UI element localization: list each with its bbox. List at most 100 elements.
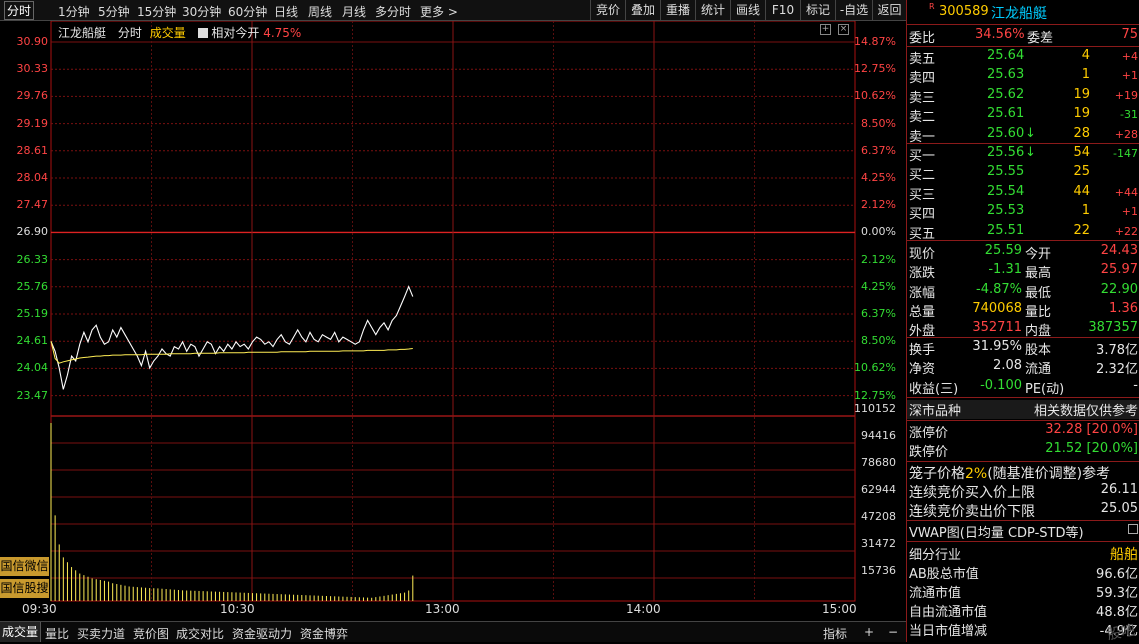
sell-order-row[interactable]: 卖五 25.64 4 +4 xyxy=(907,48,1139,67)
tab-1min[interactable]: 1分钟 xyxy=(58,3,90,20)
draw-button[interactable]: 画线 xyxy=(730,0,765,21)
stat-label: 现价 xyxy=(909,247,936,262)
tab-buy-sell-power[interactable]: 买卖力道 xyxy=(77,625,125,642)
order-level: 买四 xyxy=(909,207,936,223)
stat-value: - xyxy=(1133,377,1138,393)
stat-row: 涨幅 -4.87% 最低 22.90 xyxy=(907,282,1139,301)
stat-value: -1.31 xyxy=(988,262,1022,278)
add-indicator-button[interactable]: + xyxy=(864,625,874,639)
order-change: +22 xyxy=(1114,224,1138,238)
order-change: +1 xyxy=(1121,69,1138,83)
remove-indicator-button[interactable]: − xyxy=(888,625,898,639)
price-tick-label: 29.19 xyxy=(16,116,49,130)
order-level: 卖五 xyxy=(909,52,936,67)
vwap-row[interactable]: VWAP图(日均量 CDP-STD等) xyxy=(907,522,1139,541)
back-button[interactable]: 返回 xyxy=(872,0,906,21)
tab-fund-game[interactable]: 资金博弈 xyxy=(300,625,348,642)
overlay-button[interactable]: 叠加 xyxy=(625,0,660,21)
relative-value: 4.75% xyxy=(263,26,302,40)
time-tick-label: 10:30 xyxy=(220,602,255,616)
stat-label: 总量 xyxy=(909,304,936,320)
buy-order-row[interactable]: 买二 25.55 25 xyxy=(907,164,1139,183)
guoxin-search-button[interactable]: 国信股搜 xyxy=(0,579,49,598)
price-tick-label: 23.47 xyxy=(16,388,49,402)
daily-change-row: 当日市值增减 -4.9亿 xyxy=(909,624,1138,639)
tab-fenshi[interactable]: 分时 xyxy=(4,1,35,20)
stat-value: 352711 xyxy=(972,320,1022,336)
intraday-chart[interactable]: 江龙船艇 分时 成交量 相对今开 4.75% + × 30.90 30.33 29.… xyxy=(0,21,906,621)
order-change: +28 xyxy=(1114,127,1138,141)
order-volume: 28 xyxy=(1073,125,1090,141)
tab-30min[interactable]: 30分钟 xyxy=(182,3,221,20)
order-price: 25.53 xyxy=(987,203,1025,219)
order-volume: 54 xyxy=(1073,145,1090,160)
order-price: 25.60 xyxy=(987,125,1025,141)
buy-order-row[interactable]: 买一 25.56 ↓ 54 -147 xyxy=(907,145,1139,164)
tab-volume[interactable]: 成交量 xyxy=(0,622,42,642)
buy-order-row[interactable]: 买四 25.53 1 +1 xyxy=(907,203,1139,222)
tab-monthly[interactable]: 月线 xyxy=(342,3,366,20)
tab-more[interactable]: 更多 > xyxy=(420,3,458,20)
order-price: 25.63 xyxy=(987,67,1025,83)
limit-up-row: 涨停价 32.28 [20.0%] xyxy=(909,422,1138,441)
stat-value: 22.90 xyxy=(1100,281,1138,297)
guoxin-wechat-button[interactable]: 国信微信 xyxy=(0,557,49,576)
stats-button[interactable]: 统计 xyxy=(695,0,730,21)
tab-daily[interactable]: 日线 xyxy=(274,3,298,20)
mark-button[interactable]: 标记 xyxy=(800,0,835,21)
volume-tick-label: 78680 xyxy=(861,456,896,469)
indicator-button[interactable]: 指标 xyxy=(823,625,847,642)
sell-order-row[interactable]: 卖一 25.60 ↓ 28 +28 xyxy=(907,126,1139,145)
tab-5min[interactable]: 5分钟 xyxy=(98,3,130,20)
price-tick-label: 30.90 xyxy=(16,35,49,48)
zoom-in-icon[interactable]: + xyxy=(820,24,831,35)
stat-value: 24.43 xyxy=(1100,243,1138,258)
tab-auction-chart[interactable]: 竞价图 xyxy=(133,625,169,642)
auction-button[interactable]: 竞价 xyxy=(590,0,625,21)
time-tick-label: 09:30 xyxy=(22,602,57,616)
time-tick-label: 13:00 xyxy=(425,602,460,616)
tab-volume-ratio[interactable]: 量比 xyxy=(45,625,69,642)
order-change: +4 xyxy=(1121,50,1138,63)
stat-label: 流通 xyxy=(1025,362,1052,378)
buy-order-row[interactable]: 买三 25.54 44 +44 xyxy=(907,184,1139,203)
ask-lower-row: 连续竞价卖出价下限 25.05 xyxy=(909,501,1138,520)
chart-mode: 分时 xyxy=(117,26,142,40)
stat-value: 3.78亿 xyxy=(1096,343,1138,358)
order-volume: 19 xyxy=(1073,106,1090,122)
stat-row: 收益(三) -0.100 PE(动) - xyxy=(907,378,1139,397)
expand-icon[interactable] xyxy=(1128,524,1138,534)
sell-order-row[interactable]: 卖四 25.63 1 +1 xyxy=(907,67,1139,86)
percent-tick-label: 0.00% xyxy=(861,225,896,239)
watchlist-button[interactable]: -自选 xyxy=(835,0,872,21)
order-price: 25.51 xyxy=(987,222,1025,238)
tab-60min[interactable]: 60分钟 xyxy=(228,3,267,20)
buy-order-row[interactable]: 买五 25.51 22 +22 xyxy=(907,223,1139,242)
percent-tick-label: 14.87% xyxy=(854,35,896,48)
order-price: 25.64 xyxy=(987,48,1025,63)
stat-value: 25.59 xyxy=(984,243,1022,258)
order-price: 25.62 xyxy=(987,86,1025,102)
stat-row: 现价 25.59 今开 24.43 xyxy=(907,243,1139,262)
down-arrow-icon: ↓ xyxy=(1025,145,1036,160)
close-icon[interactable]: × xyxy=(838,24,849,35)
sell-order-row[interactable]: 卖三 25.62 19 +19 xyxy=(907,87,1139,106)
order-level: 买一 xyxy=(909,149,936,164)
percent-tick-label: 10.62% xyxy=(854,361,896,375)
tab-multi-fenshi[interactable]: 多分时 xyxy=(375,3,411,20)
order-volume: 4 xyxy=(1081,48,1090,63)
stat-value: -4.87% xyxy=(976,281,1022,297)
tab-weekly[interactable]: 周线 xyxy=(308,3,332,20)
time-tick-label: 15:00 xyxy=(822,602,857,616)
sell-order-row[interactable]: 卖二 25.61 19 -31 xyxy=(907,106,1139,125)
replay-button[interactable]: 重播 xyxy=(660,0,695,21)
stock-title: R 300589 江龙船艇 xyxy=(907,2,1139,22)
f10-button[interactable]: F10 xyxy=(765,0,800,21)
tab-trade-compare[interactable]: 成交对比 xyxy=(176,625,224,642)
camera-icon[interactable] xyxy=(197,28,208,38)
tab-fund-drive[interactable]: 资金驱动力 xyxy=(232,625,292,642)
tab-15min[interactable]: 15分钟 xyxy=(137,3,176,20)
order-volume: 44 xyxy=(1073,183,1090,199)
order-price: 25.54 xyxy=(987,183,1025,199)
cage-price-row: 笼子价格2%(随基准价调整)参考 xyxy=(909,466,1111,482)
